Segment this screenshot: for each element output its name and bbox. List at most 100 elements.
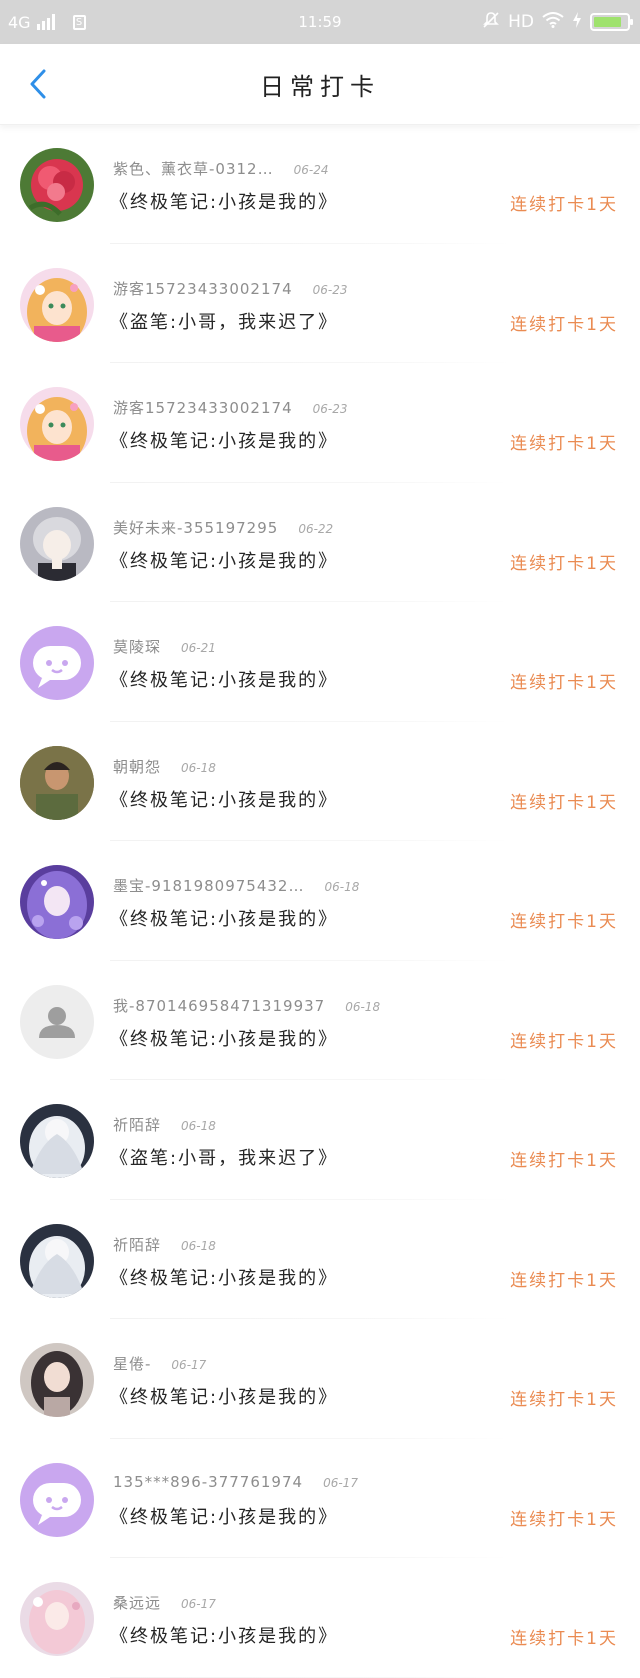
avatar[interactable] (20, 865, 94, 939)
book-title[interactable]: 《终极笔记:小孩是我的》 (110, 1503, 338, 1529)
page-title: 日常打卡 (260, 72, 380, 101)
checkin-date: 06-23 (312, 402, 348, 416)
avatar[interactable] (20, 1104, 94, 1178)
checkin-date: 06-18 (181, 760, 216, 775)
username: 墨宝-9181980975432… (113, 877, 305, 895)
status-bar: 4G S 11:59 HD (0, 0, 640, 44)
checkin-row[interactable]: 莫陵琛 06-21 《终极笔记:小孩是我的》 连续打卡1天 (0, 602, 640, 722)
checkin-row[interactable]: 紫色、薰衣草-0312… 06-24 《终极笔记:小孩是我的》 连续打卡1天 (0, 124, 640, 244)
book-title[interactable]: 《终极笔记:小孩是我的》 (110, 1383, 338, 1409)
streak-label: 连续打卡1天 (510, 912, 618, 932)
streak-label: 连续打卡1天 (510, 553, 618, 574)
streak-label: 连续打卡1天 (510, 1509, 618, 1530)
checkin-row[interactable]: 我-870146958471319937 06-18 《终极笔记:小孩是我的》 连续打… (0, 961, 640, 1080)
row-meta: 祈陌辞 06-18 (113, 1234, 216, 1254)
book-title[interactable]: 《终极笔记:小孩是我的》 (110, 905, 338, 931)
nav-bar: 日常打卡 (0, 44, 640, 125)
avatar[interactable] (20, 745, 94, 820)
checkin-row[interactable]: 游客15723433002174 06-23 《盗笔:小哥，我来迟了》 连续打卡1天 (0, 244, 640, 363)
checkin-date: 06-18 (181, 1119, 216, 1133)
wifi-icon (542, 11, 564, 33)
checkin-date: 06-17 (323, 1475, 358, 1490)
book-title[interactable]: 《盗笔:小哥，我来迟了》 (110, 308, 338, 334)
checkin-date: 06-17 (181, 1597, 216, 1611)
avatar[interactable] (20, 387, 94, 461)
checkin-row[interactable]: 祈陌辞 06-18 《盗笔:小哥，我来迟了》 连续打卡1天 (0, 1080, 640, 1200)
username: 星倦- (113, 1355, 152, 1373)
username: 祈陌辞 (113, 1235, 162, 1254)
avatar[interactable] (20, 1223, 94, 1298)
streak-label: 连续打卡1天 (510, 1270, 618, 1291)
row-meta: 祈陌辞 06-18 (113, 1114, 216, 1134)
checkin-date: 06-23 (312, 282, 348, 297)
book-title[interactable]: 《终极笔记:小孩是我的》 (110, 1025, 338, 1051)
book-title[interactable]: 《终极笔记:小孩是我的》 (110, 1264, 338, 1290)
checkin-date: 06-24 (293, 163, 329, 177)
username: 我-870146958471319937 (113, 996, 326, 1015)
battery-icon (590, 13, 633, 31)
streak-label: 连续打卡1天 (510, 792, 618, 813)
checkin-row[interactable]: 桑远远 06-17 《终极笔记:小孩是我的》 连续打卡1天 (0, 1558, 640, 1678)
avatar[interactable] (20, 1462, 94, 1537)
status-right: HD (482, 0, 633, 44)
streak-label: 连续打卡1天 (510, 1390, 618, 1410)
checkin-row[interactable]: 祈陌辞 06-18 《终极笔记:小孩是我的》 连续打卡1天 (0, 1200, 640, 1319)
avatar[interactable] (20, 984, 94, 1059)
avatar[interactable] (20, 267, 94, 342)
checkin-date: 06-17 (171, 1358, 207, 1372)
checkin-date: 06-18 (324, 880, 360, 894)
avatar[interactable] (20, 1343, 94, 1417)
username: 游客15723433002174 (113, 279, 293, 298)
row-meta: 游客15723433002174 06-23 (113, 397, 347, 417)
row-meta: 紫色、薰衣草-0312… 06-24 (113, 158, 328, 178)
username: 祈陌辞 (113, 1116, 162, 1134)
username: 莫陵琛 (113, 638, 162, 656)
hd-label: HD (508, 12, 534, 32)
row-meta: 星倦- 06-17 (113, 1353, 206, 1373)
row-meta: 桑远远 06-17 (113, 1592, 216, 1612)
checkin-row[interactable]: 朝朝怨 06-18 《终极笔记:小孩是我的》 连续打卡1天 (0, 722, 640, 841)
streak-label: 连续打卡1天 (510, 1151, 618, 1171)
username: 135***896-377761974 (113, 1472, 304, 1491)
streak-label: 连续打卡1天 (510, 434, 618, 454)
username: 美好未来-355197295 (113, 518, 279, 537)
streak-label: 连续打卡1天 (510, 1629, 618, 1649)
checkin-date: 06-22 (298, 521, 334, 536)
username: 游客15723433002174 (113, 399, 293, 417)
checkin-row[interactable]: 135***896-377761974 06-17 《终极笔记:小孩是我的》 连续打卡… (0, 1439, 640, 1558)
checkin-row[interactable]: 游客15723433002174 06-23 《终极笔记:小孩是我的》 连续打卡1天 (0, 363, 640, 483)
checkin-date: 06-21 (181, 641, 216, 655)
checkin-row[interactable]: 墨宝-9181980975432… 06-18 《终极笔记:小孩是我的》 连续打卡1天 (0, 841, 640, 961)
avatar[interactable] (20, 626, 94, 700)
mute-icon (482, 11, 500, 34)
checkin-date: 06-18 (181, 1238, 216, 1253)
row-meta: 我-870146958471319937 06-18 (113, 995, 380, 1015)
checkin-date: 06-18 (345, 999, 381, 1014)
username: 朝朝怨 (113, 757, 162, 776)
battery-level-fill (594, 17, 621, 27)
row-meta: 墨宝-9181980975432… 06-18 (113, 875, 359, 895)
book-title[interactable]: 《终极笔记:小孩是我的》 (110, 427, 338, 453)
charging-icon (572, 11, 582, 33)
avatar[interactable] (20, 506, 94, 581)
streak-label: 连续打卡1天 (510, 314, 618, 335)
streak-label: 连续打卡1天 (510, 195, 618, 215)
avatar[interactable] (20, 148, 94, 222)
checkin-row[interactable]: 美好未来-355197295 06-22 《终极笔记:小孩是我的》 连续打卡1天 (0, 483, 640, 602)
avatar[interactable] (20, 1582, 94, 1656)
book-title[interactable]: 《终极笔记:小孩是我的》 (110, 666, 338, 692)
book-title[interactable]: 《终极笔记:小孩是我的》 (110, 547, 338, 573)
row-meta: 游客15723433002174 06-23 (113, 278, 347, 298)
book-title[interactable]: 《终极笔记:小孩是我的》 (110, 786, 338, 812)
book-title[interactable]: 《终极笔记:小孩是我的》 (110, 1622, 338, 1648)
checkin-row[interactable]: 星倦- 06-17 《终极笔记:小孩是我的》 连续打卡1天 (0, 1319, 640, 1439)
book-title[interactable]: 《盗笔:小哥，我来迟了》 (110, 1144, 338, 1170)
checkin-list: 紫色、薰衣草-0312… 06-24 《终极笔记:小孩是我的》 连续打卡1天 游客157… (0, 124, 640, 1678)
row-divider (110, 1676, 510, 1678)
book-title[interactable]: 《终极笔记:小孩是我的》 (110, 188, 338, 214)
row-meta: 莫陵琛 06-21 (113, 636, 216, 656)
username: 紫色、薰衣草-0312… (113, 160, 274, 178)
row-meta: 美好未来-355197295 06-22 (113, 517, 333, 537)
row-meta: 135***896-377761974 06-17 (113, 1473, 358, 1493)
row-meta: 朝朝怨 06-18 (113, 756, 216, 776)
